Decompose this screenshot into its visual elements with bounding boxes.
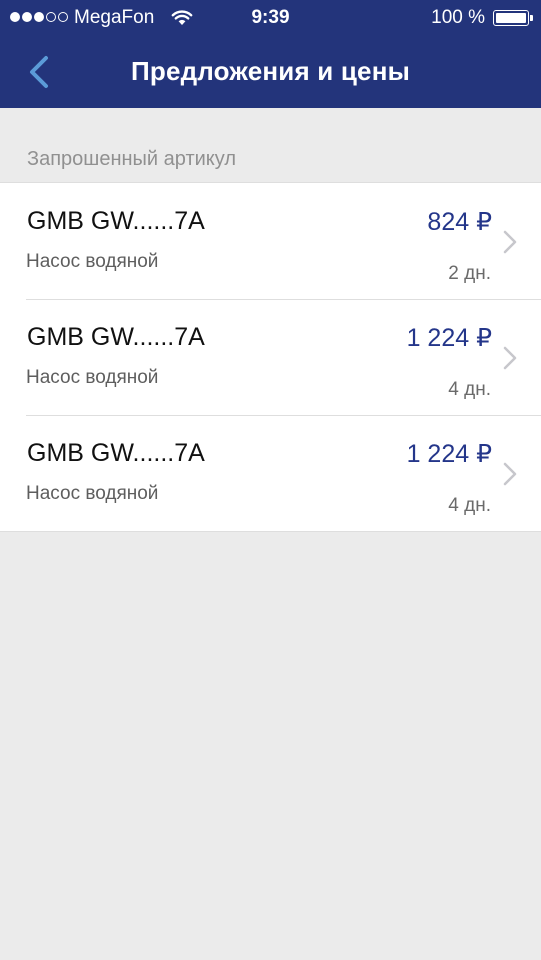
chevron-right-icon bbox=[503, 462, 517, 486]
offer-row[interactable]: GMB GW......7A Насос водяной 1 224 ₽ 4 д… bbox=[0, 415, 541, 531]
offer-price: 1 224 ₽ bbox=[406, 440, 492, 468]
section-header: Запрошенный артикул bbox=[27, 148, 236, 170]
chevron-right-icon bbox=[503, 346, 517, 370]
offer-description: Насос водяной bbox=[26, 251, 159, 272]
offer-row[interactable]: GMB GW......7A Насос водяной 824 ₽ 2 дн. bbox=[0, 183, 541, 299]
battery-tip bbox=[530, 15, 533, 21]
offer-description: Насос водяной bbox=[26, 483, 159, 504]
offer-delivery-days: 2 дн. bbox=[448, 263, 491, 284]
top-bar: MegaFon 9:39 100 % Предложения и цены bbox=[0, 0, 541, 108]
chevron-right-icon bbox=[503, 230, 517, 254]
offer-article: GMB GW......7A bbox=[27, 439, 205, 467]
status-bar: MegaFon 9:39 100 % bbox=[0, 0, 541, 36]
battery-icon bbox=[493, 10, 529, 26]
offer-price: 824 ₽ bbox=[427, 208, 492, 236]
offer-article: GMB GW......7A bbox=[27, 207, 205, 235]
offers-list: GMB GW......7A Насос водяной 824 ₽ 2 дн.… bbox=[0, 182, 541, 532]
offer-article: GMB GW......7A bbox=[27, 323, 205, 351]
offer-description: Насос водяной bbox=[26, 367, 159, 388]
offer-price: 1 224 ₽ bbox=[406, 324, 492, 352]
navigation-bar: Предложения и цены bbox=[0, 36, 541, 108]
battery-percent: 100 % bbox=[431, 7, 485, 28]
offer-delivery-days: 4 дн. bbox=[448, 379, 491, 400]
offer-row[interactable]: GMB GW......7A Насос водяной 1 224 ₽ 4 д… bbox=[0, 299, 541, 415]
offer-delivery-days: 4 дн. bbox=[448, 495, 491, 516]
page-title: Предложения и цены bbox=[130, 56, 411, 86]
battery-level bbox=[496, 13, 526, 23]
